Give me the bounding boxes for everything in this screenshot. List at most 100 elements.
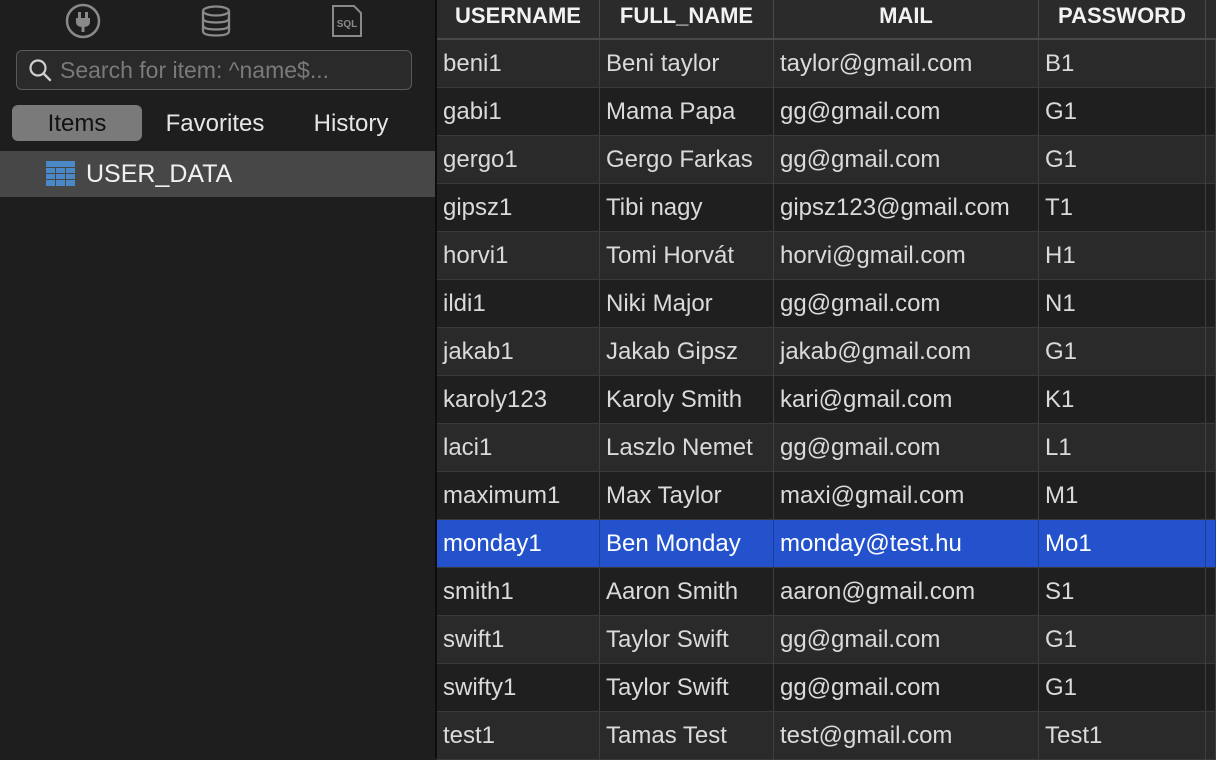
cell-username[interactable]: horvi1 bbox=[437, 232, 600, 279]
cell-mail[interactable]: gg@gmail.com bbox=[774, 664, 1039, 711]
cell-mail[interactable]: gg@gmail.com bbox=[774, 136, 1039, 183]
cell-full-name[interactable]: Gergo Farkas bbox=[600, 136, 774, 183]
cell-full-name[interactable]: Jakab Gipsz bbox=[600, 328, 774, 375]
cell-password[interactable]: N1 bbox=[1039, 280, 1206, 327]
cell-mail[interactable]: gg@gmail.com bbox=[774, 424, 1039, 471]
cell-overflow bbox=[1206, 376, 1216, 423]
cell-password[interactable]: B1 bbox=[1039, 40, 1206, 87]
cell-password[interactable]: M1 bbox=[1039, 472, 1206, 519]
connection-plug-icon[interactable] bbox=[64, 2, 102, 40]
tab-history[interactable]: History bbox=[286, 105, 416, 141]
cell-username[interactable]: gipsz1 bbox=[437, 184, 600, 231]
cell-username[interactable]: swifty1 bbox=[437, 664, 600, 711]
cell-full-name[interactable]: Ben Monday bbox=[600, 520, 774, 567]
cell-password[interactable]: Mo1 bbox=[1039, 520, 1206, 567]
cell-password[interactable]: K1 bbox=[1039, 376, 1206, 423]
cell-full-name[interactable]: Tomi Horvát bbox=[600, 232, 774, 279]
table-row[interactable]: laci1 Laszlo Nemet gg@gmail.com L1 bbox=[437, 424, 1216, 472]
column-header-mail[interactable]: MAIL bbox=[774, 0, 1039, 38]
table-row[interactable]: test1 Tamas Test test@gmail.com Test1 bbox=[437, 712, 1216, 760]
cell-username[interactable]: smith1 bbox=[437, 568, 600, 615]
tab-items[interactable]: Items bbox=[12, 105, 142, 141]
cell-mail[interactable]: monday@test.hu bbox=[774, 520, 1039, 567]
cell-full-name[interactable]: Taylor Swift bbox=[600, 616, 774, 663]
search-input[interactable] bbox=[60, 56, 411, 84]
table-row[interactable]: swift1 Taylor Swift gg@gmail.com G1 bbox=[437, 616, 1216, 664]
cell-mail[interactable]: aaron@gmail.com bbox=[774, 568, 1039, 615]
cell-mail[interactable]: maxi@gmail.com bbox=[774, 472, 1039, 519]
cell-username[interactable]: gergo1 bbox=[437, 136, 600, 183]
cell-username[interactable]: test1 bbox=[437, 712, 600, 759]
cell-full-name[interactable]: Aaron Smith bbox=[600, 568, 774, 615]
cell-overflow bbox=[1206, 712, 1216, 759]
table-row[interactable]: ildi1 Niki Major gg@gmail.com N1 bbox=[437, 280, 1216, 328]
cell-username[interactable]: karoly123 bbox=[437, 376, 600, 423]
cell-username[interactable]: monday1 bbox=[437, 520, 600, 567]
cell-full-name[interactable]: Tibi nagy bbox=[600, 184, 774, 231]
cell-username[interactable]: ildi1 bbox=[437, 280, 600, 327]
cell-password[interactable]: G1 bbox=[1039, 328, 1206, 375]
cell-username[interactable]: maximum1 bbox=[437, 472, 600, 519]
table-row[interactable]: karoly123 Karoly Smith kari@gmail.com K1 bbox=[437, 376, 1216, 424]
sidebar: SQL Items Favorites History USER_DATA bbox=[0, 0, 435, 758]
cell-full-name[interactable]: Beni taylor bbox=[600, 40, 774, 87]
table-row[interactable]: swifty1 Taylor Swift gg@gmail.com G1 bbox=[437, 664, 1216, 712]
cell-mail[interactable]: gg@gmail.com bbox=[774, 616, 1039, 663]
cell-password[interactable]: H1 bbox=[1039, 232, 1206, 279]
cell-overflow bbox=[1206, 184, 1216, 231]
cell-username[interactable]: gabi1 bbox=[437, 88, 600, 135]
column-header-password[interactable]: PASSWORD bbox=[1039, 0, 1206, 38]
table-row[interactable]: horvi1 Tomi Horvát horvi@gmail.com H1 bbox=[437, 232, 1216, 280]
cell-full-name[interactable]: Karoly Smith bbox=[600, 376, 774, 423]
tab-favorites[interactable]: Favorites bbox=[150, 105, 280, 141]
cell-password[interactable]: T1 bbox=[1039, 184, 1206, 231]
cell-mail[interactable]: taylor@gmail.com bbox=[774, 40, 1039, 87]
cell-username[interactable]: swift1 bbox=[437, 616, 600, 663]
cell-mail[interactable]: gg@gmail.com bbox=[774, 280, 1039, 327]
table-row[interactable]: maximum1 Max Taylor maxi@gmail.com M1 bbox=[437, 472, 1216, 520]
cell-password[interactable]: G1 bbox=[1039, 616, 1206, 663]
sql-icon[interactable]: SQL bbox=[328, 2, 366, 40]
cell-username[interactable]: beni1 bbox=[437, 40, 600, 87]
cell-username[interactable]: jakab1 bbox=[437, 328, 600, 375]
cell-overflow bbox=[1206, 472, 1216, 519]
cell-password[interactable]: Test1 bbox=[1039, 712, 1206, 759]
cell-mail[interactable]: test@gmail.com bbox=[774, 712, 1039, 759]
cell-mail[interactable]: horvi@gmail.com bbox=[774, 232, 1039, 279]
table-row[interactable]: gabi1 Mama Papa gg@gmail.com G1 bbox=[437, 88, 1216, 136]
search-icon bbox=[29, 59, 52, 82]
cell-overflow bbox=[1206, 328, 1216, 375]
cell-password[interactable]: S1 bbox=[1039, 568, 1206, 615]
cell-mail[interactable]: kari@gmail.com bbox=[774, 376, 1039, 423]
column-header-full-name[interactable]: FULL_NAME bbox=[600, 0, 774, 38]
database-icon[interactable] bbox=[197, 2, 235, 40]
cell-mail[interactable]: gipsz123@gmail.com bbox=[774, 184, 1039, 231]
data-grid: USERNAME FULL_NAME MAIL PASSWORD beni1 Be… bbox=[437, 0, 1216, 760]
table-row[interactable]: smith1 Aaron Smith aaron@gmail.com S1 bbox=[437, 568, 1216, 616]
cell-mail[interactable]: jakab@gmail.com bbox=[774, 328, 1039, 375]
table-row[interactable]: jakab1 Jakab Gipsz jakab@gmail.com G1 bbox=[437, 328, 1216, 376]
cell-overflow bbox=[1206, 40, 1216, 87]
cell-overflow bbox=[1206, 424, 1216, 471]
cell-mail[interactable]: gg@gmail.com bbox=[774, 88, 1039, 135]
cell-username[interactable]: laci1 bbox=[437, 424, 600, 471]
cell-full-name[interactable]: Mama Papa bbox=[600, 88, 774, 135]
cell-full-name[interactable]: Taylor Swift bbox=[600, 664, 774, 711]
table-row[interactable]: gipsz1 Tibi nagy gipsz123@gmail.com T1 bbox=[437, 184, 1216, 232]
cell-full-name[interactable]: Tamas Test bbox=[600, 712, 774, 759]
table-row[interactable]: monday1 Ben Monday monday@test.hu Mo1 bbox=[437, 520, 1216, 568]
search-box bbox=[16, 50, 412, 90]
cell-overflow bbox=[1206, 88, 1216, 135]
cell-full-name[interactable]: Niki Major bbox=[600, 280, 774, 327]
cell-full-name[interactable]: Laszlo Nemet bbox=[600, 424, 774, 471]
cell-full-name[interactable]: Max Taylor bbox=[600, 472, 774, 519]
table-row[interactable]: gergo1 Gergo Farkas gg@gmail.com G1 bbox=[437, 136, 1216, 184]
tree-item-user-data[interactable]: USER_DATA bbox=[0, 151, 435, 197]
cell-password[interactable]: G1 bbox=[1039, 136, 1206, 183]
cell-password[interactable]: G1 bbox=[1039, 664, 1206, 711]
table-row[interactable]: beni1 Beni taylor taylor@gmail.com B1 bbox=[437, 40, 1216, 88]
cell-overflow bbox=[1206, 232, 1216, 279]
cell-password[interactable]: G1 bbox=[1039, 88, 1206, 135]
cell-password[interactable]: L1 bbox=[1039, 424, 1206, 471]
column-header-username[interactable]: USERNAME bbox=[437, 0, 600, 38]
